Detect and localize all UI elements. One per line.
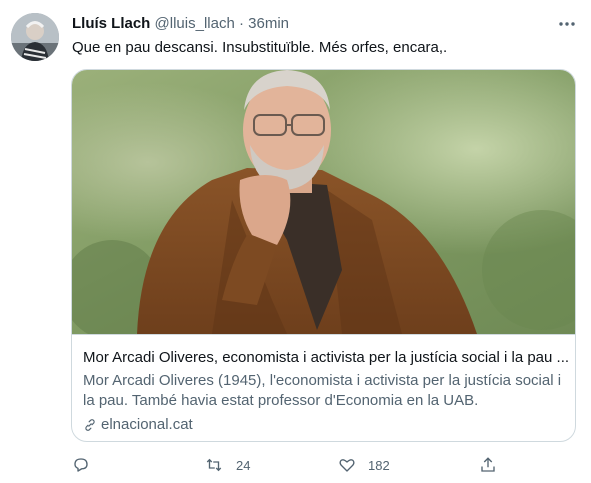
link-icon xyxy=(85,419,95,431)
separator-dot: · xyxy=(238,15,244,32)
like-button[interactable]: 182 xyxy=(338,456,390,474)
card-image[interactable] xyxy=(72,70,575,334)
link-card[interactable]: Mor Arcadi Oliveres, economista i activi… xyxy=(71,69,576,442)
tweet-text: Que en pau descansi. Insubstituïble. Més… xyxy=(72,39,448,56)
tweet-actions: 24 182 xyxy=(0,452,591,480)
author-name[interactable]: Lluís Llach xyxy=(72,15,150,32)
retweet-count: 24 xyxy=(236,457,251,473)
author-handle[interactable]: @lluis_llach xyxy=(155,15,235,32)
like-icon xyxy=(339,459,355,472)
card-source: elnacional.cat xyxy=(83,415,193,435)
reply-button[interactable] xyxy=(72,456,102,474)
retweet-button[interactable]: 24 xyxy=(204,456,250,474)
retweet-icon xyxy=(206,458,222,472)
avatar[interactable] xyxy=(11,13,59,61)
tweet-header: Lluís Llach @lluis_llach · 36min xyxy=(72,14,289,34)
tweet[interactable]: Lluís Llach @lluis_llach · 36min Que en … xyxy=(0,0,591,483)
card-title: Mor Arcadi Oliveres, economista i activi… xyxy=(83,349,568,366)
share-icon xyxy=(481,457,495,472)
reply-icon xyxy=(74,458,88,472)
card-body[interactable]: Mor Arcadi Oliveres, economista i activi… xyxy=(72,334,575,441)
like-count: 182 xyxy=(368,457,390,473)
card-source-domain: elnacional.cat xyxy=(101,416,193,433)
share-button[interactable] xyxy=(479,456,497,474)
more-icon[interactable] xyxy=(557,15,577,33)
tweet-time[interactable]: 36min xyxy=(248,15,289,32)
card-description: Mor Arcadi Oliveres (1945), l'economista… xyxy=(83,372,562,409)
